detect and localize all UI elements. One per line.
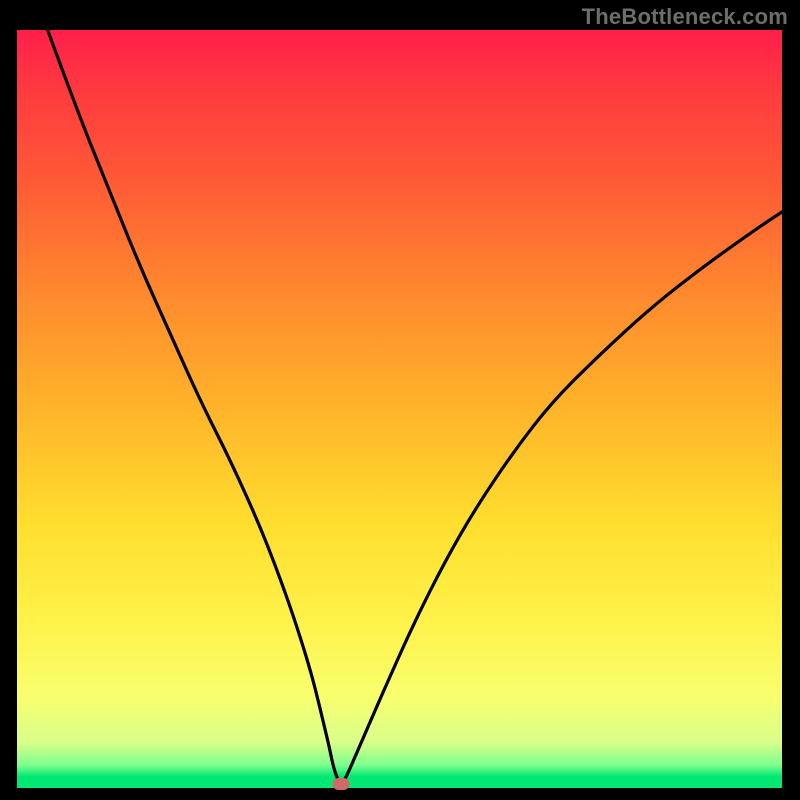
chart-curve-svg <box>17 30 782 788</box>
bottleneck-curve-path <box>48 30 782 783</box>
watermark-text: TheBottleneck.com <box>582 4 788 30</box>
chart-frame: TheBottleneck.com <box>0 0 800 800</box>
min-point-marker <box>332 778 349 790</box>
